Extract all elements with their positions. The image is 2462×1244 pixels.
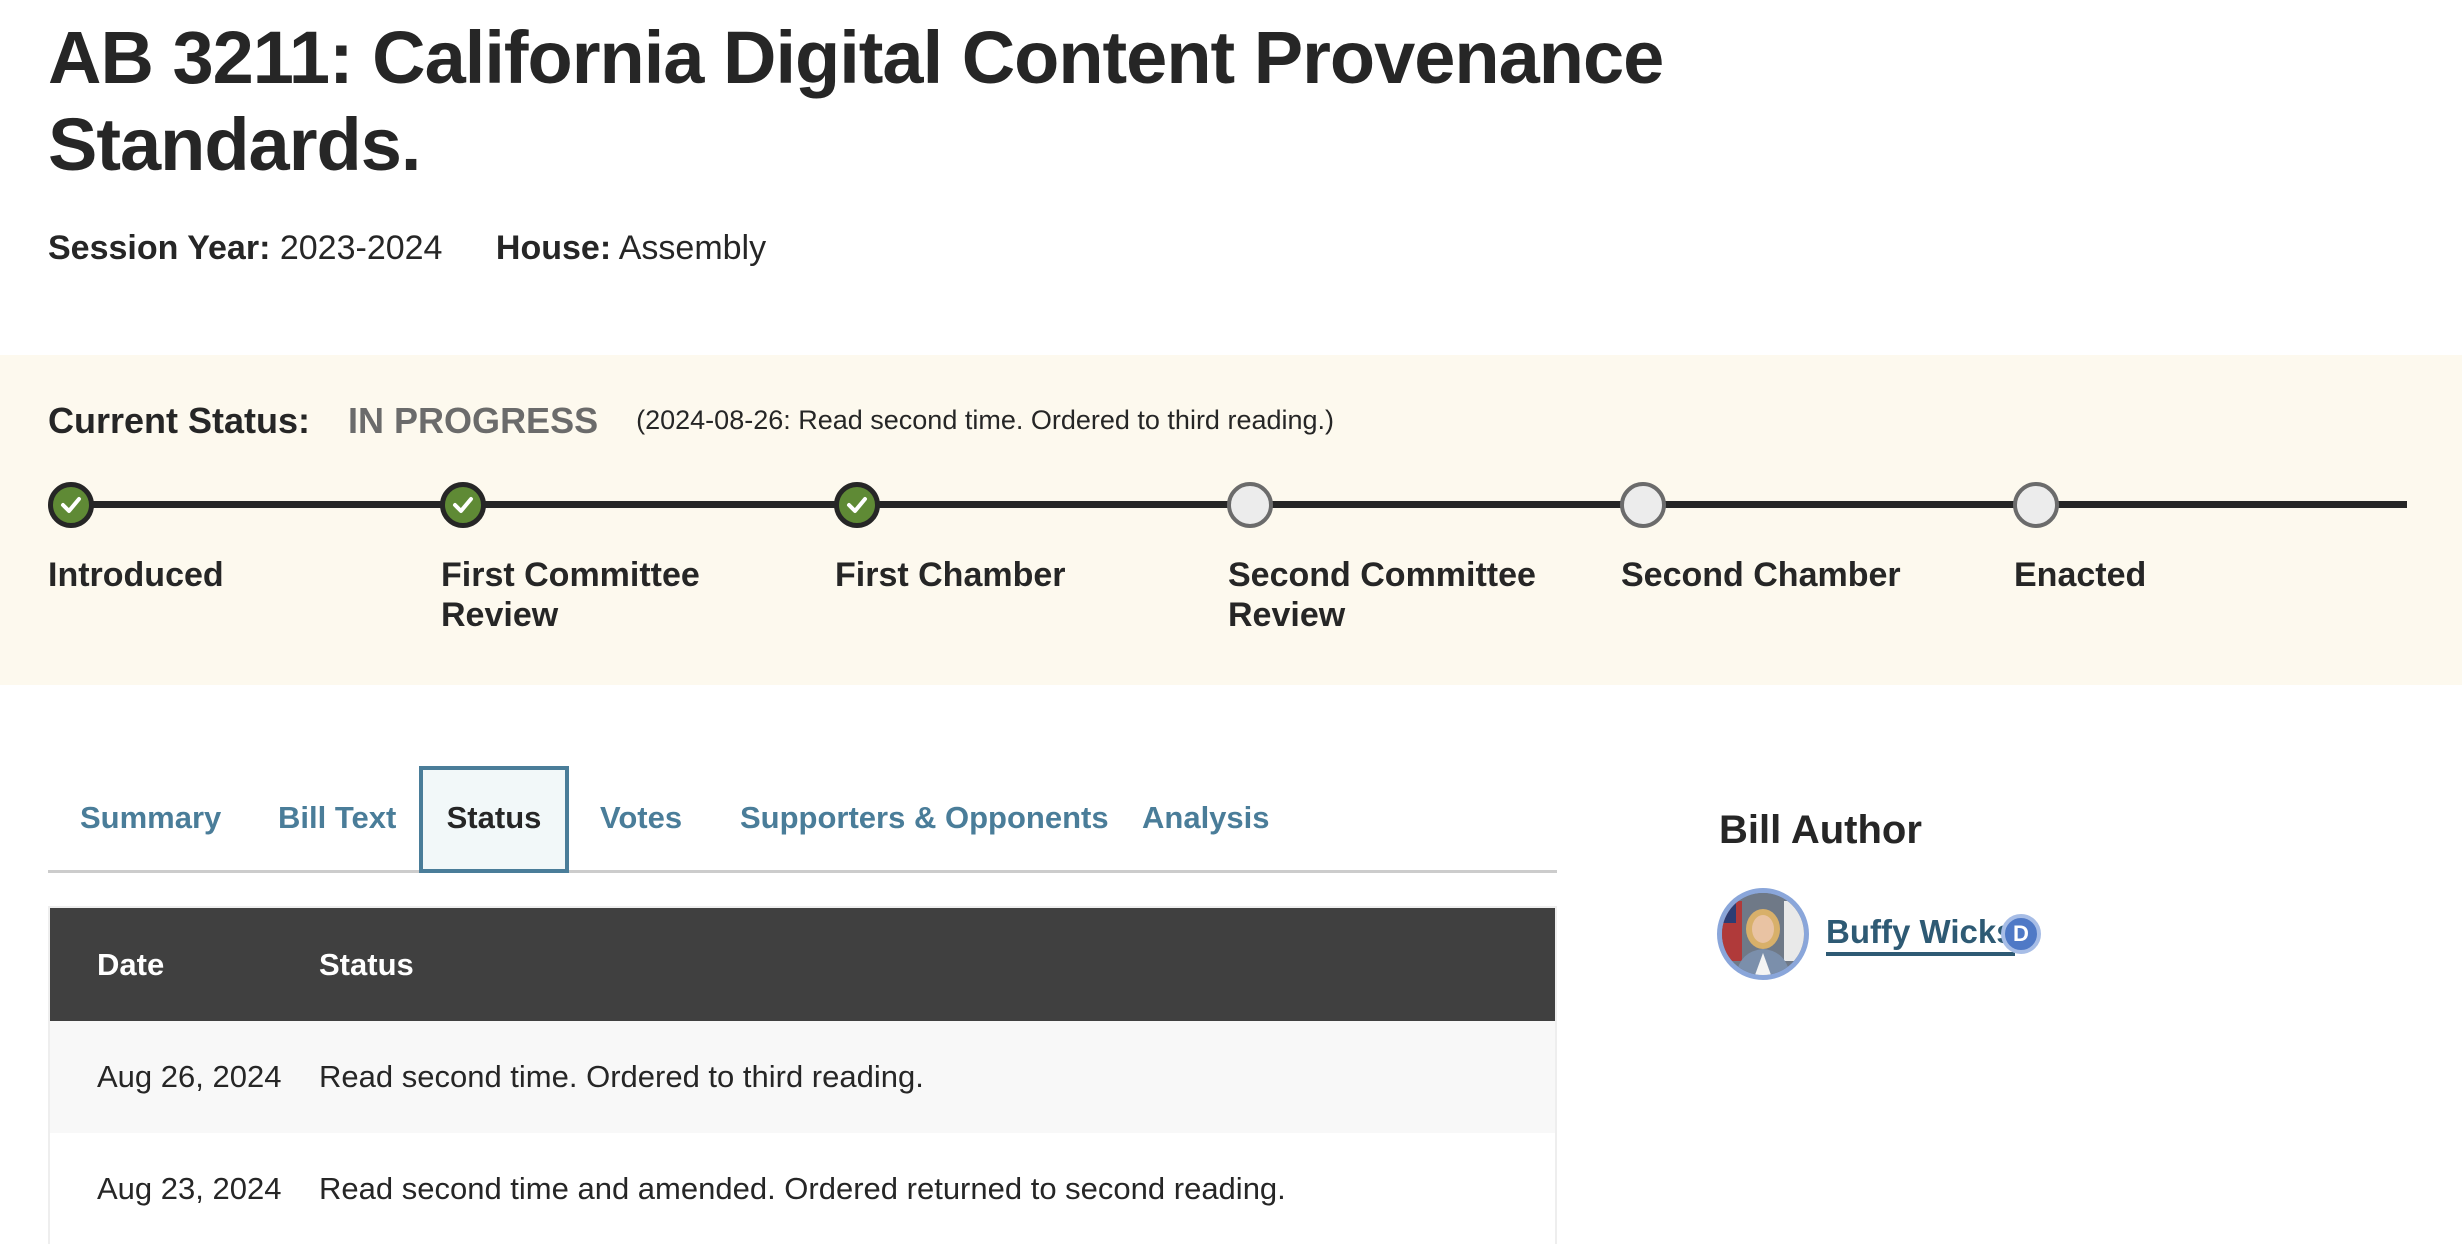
table-header: Date Status — [50, 908, 1555, 1021]
stage-label: Second Committee Review — [1228, 556, 1536, 634]
session-year-value: 2023-2024 — [279, 229, 443, 267]
status-history-table: Date Status Aug 26, 2024 Read second tim… — [48, 906, 1557, 1244]
tab-status[interactable]: Status — [419, 766, 569, 873]
party-badge: D — [2001, 914, 2041, 954]
stage-node-first-chamber — [834, 482, 880, 528]
row-date: Aug 26, 2024 — [97, 1059, 282, 1094]
check-icon — [453, 497, 473, 513]
stage-node-second-committee-review — [1227, 482, 1273, 528]
column-header-status: Status — [319, 947, 414, 982]
bill-tabs: Summary Bill Text Status Votes Supporter… — [48, 766, 1557, 873]
house: House: Assembly — [496, 226, 766, 270]
status-badge: IN PROGRESS — [348, 400, 599, 441]
bill-title: AB 3211: California Digital Content Prov… — [48, 16, 1664, 186]
check-icon — [847, 497, 867, 513]
author-name-link[interactable]: Buffy Wicks — [1826, 912, 2015, 956]
stage-label: First Committee Review — [441, 556, 700, 634]
author-photo-icon — [1722, 893, 1804, 975]
stage-label: Second Chamber — [1621, 556, 1901, 594]
tab-bill-text[interactable]: Bill Text — [278, 766, 396, 870]
row-date: Aug 23, 2024 — [97, 1171, 282, 1206]
stage-node-second-chamber — [1620, 482, 1666, 528]
stage-label: Enacted — [2014, 556, 2147, 594]
stage-label: Introduced — [48, 556, 224, 594]
session-year: Session Year: 2023-2024 — [48, 226, 442, 270]
bill-meta: Session Year: 2023-2024 House: Assembly — [48, 226, 810, 270]
tab-supporters-opponents[interactable]: Supporters & Opponents — [740, 766, 1109, 870]
stage-node-first-committee-review — [440, 482, 486, 528]
stage-node-introduced — [48, 482, 94, 528]
tab-analysis[interactable]: Analysis — [1142, 766, 1270, 870]
current-status-note: (2024-08-26: Read second time. Ordered t… — [636, 405, 1335, 435]
author-avatar[interactable] — [1717, 888, 1809, 980]
bill-author-heading: Bill Author — [1719, 808, 1922, 852]
check-icon — [61, 497, 81, 513]
column-header-date: Date — [97, 947, 165, 982]
stage-node-enacted — [2013, 482, 2059, 528]
row-status: Read second time and amended. Ordered re… — [319, 1171, 1286, 1206]
table-row: Aug 26, 2024 Read second time. Ordered t… — [50, 1021, 1555, 1133]
session-year-label: Session Year: — [48, 229, 271, 267]
current-status: Current Status: IN PROGRESS (2024-08-26:… — [48, 399, 1334, 446]
table-row: Aug 23, 2024 Read second time and amende… — [50, 1133, 1555, 1244]
house-label: House: — [495, 229, 612, 267]
row-status: Read second time. Ordered to third readi… — [319, 1059, 924, 1094]
current-status-label: Current Status: — [48, 400, 311, 441]
tab-votes[interactable]: Votes — [600, 766, 682, 870]
tab-summary[interactable]: Summary — [80, 766, 221, 870]
status-band: Current Status: IN PROGRESS (2024-08-26:… — [0, 355, 2462, 685]
stage-label: First Chamber — [835, 556, 1066, 594]
house-value: Assembly — [618, 229, 767, 267]
